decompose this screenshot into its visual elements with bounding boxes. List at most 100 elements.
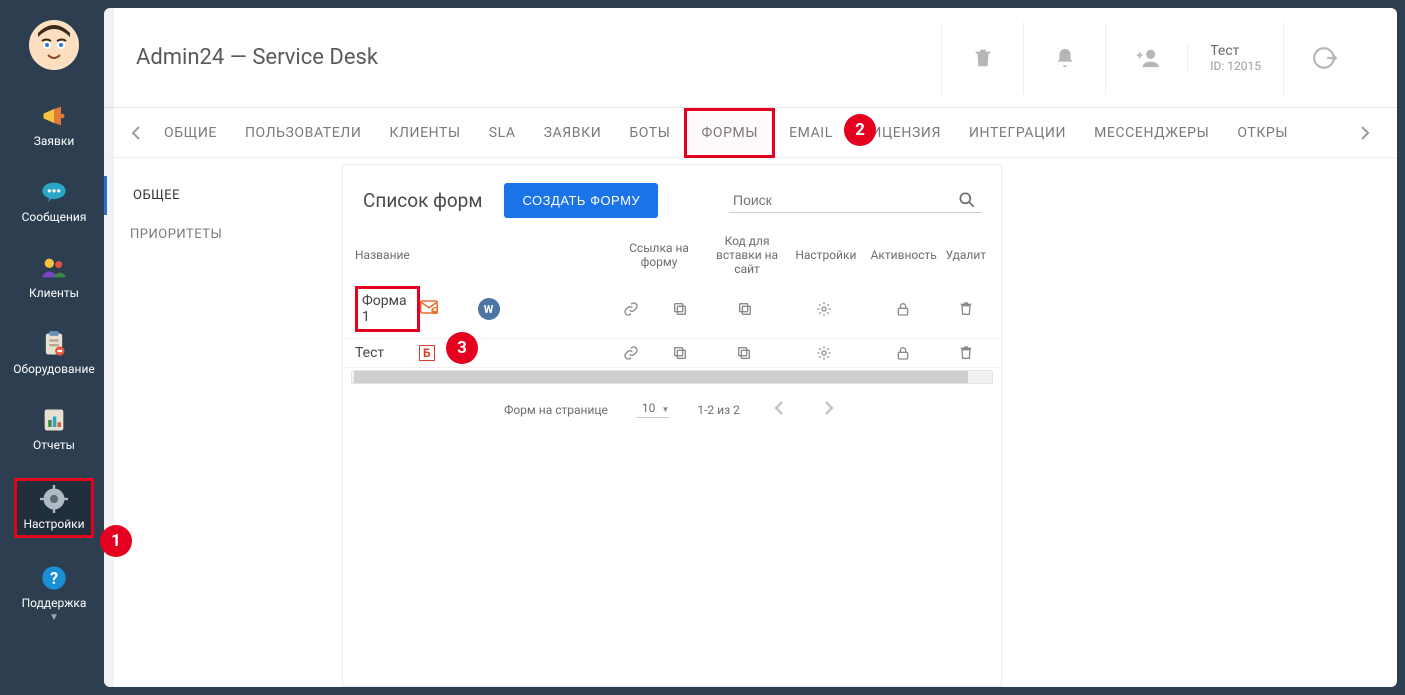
create-form-button[interactable]: СОЗДАТЬ ФОРМУ bbox=[504, 183, 658, 218]
svg-text:?: ? bbox=[50, 569, 58, 588]
header: Admin24 — Service Desk Тест ID: 12015 bbox=[104, 8, 1397, 108]
tab-requests[interactable]: ЗАЯВКИ bbox=[530, 108, 616, 158]
col-link: Ссылка на форму bbox=[611, 241, 707, 269]
table-row: Форма 1 W bbox=[343, 280, 1001, 339]
pagination-range: 1-2 из 2 bbox=[697, 403, 740, 417]
trash-icon bbox=[972, 47, 994, 69]
sidebar-label: Настройки bbox=[23, 517, 84, 531]
per-page-label: Форм на странице bbox=[504, 403, 608, 417]
clipboard-icon bbox=[40, 330, 68, 358]
sidebar-label: Сообщения bbox=[22, 210, 87, 224]
pager-next[interactable] bbox=[818, 400, 840, 419]
app-frame: Заявки Сообщения Клиенты Оборудование От… bbox=[8, 8, 1397, 687]
annotation-1: 1 bbox=[100, 525, 132, 557]
logout-button[interactable] bbox=[1283, 22, 1365, 94]
link-icon[interactable] bbox=[606, 345, 655, 361]
annotation-3: 3 bbox=[446, 332, 478, 364]
mail-icon[interactable] bbox=[420, 300, 438, 318]
b24-icon[interactable]: Б bbox=[419, 345, 435, 361]
chevron-right-icon bbox=[1360, 126, 1370, 140]
pager-prev[interactable] bbox=[768, 400, 790, 419]
user-avatar[interactable] bbox=[29, 20, 79, 70]
scrollbar-thumb[interactable] bbox=[354, 371, 968, 383]
report-icon bbox=[40, 406, 68, 434]
tabs-bar: ОБЩИЕ ПОЛЬЗОВАТЕЛИ КЛИЕНТЫ SLA ЗАЯВКИ БО… bbox=[104, 108, 1397, 158]
col-embed: Код для вставки на сайт bbox=[707, 234, 787, 276]
add-user-button[interactable] bbox=[1105, 22, 1187, 94]
vk-icon[interactable]: W bbox=[478, 298, 500, 320]
bell-icon bbox=[1054, 47, 1076, 69]
chevron-right-icon bbox=[824, 401, 834, 415]
tab-general[interactable]: ОБЩИЕ bbox=[150, 108, 231, 158]
sidebar-label: Клиенты bbox=[29, 286, 79, 300]
sidebar-item-requests[interactable]: Заявки bbox=[14, 98, 94, 152]
table-header: Название Ссылка на форму Код для вставки… bbox=[343, 218, 1001, 280]
tab-integrations[interactable]: ИНТЕГРАЦИИ bbox=[955, 108, 1080, 158]
logout-icon bbox=[1312, 45, 1338, 71]
copy-embed-icon[interactable] bbox=[704, 301, 785, 317]
main-area: 2 3 Admin24 — Service Desk Тест ID: 1201… bbox=[104, 8, 1397, 687]
tab-sla[interactable]: SLA bbox=[475, 108, 530, 158]
sidebar-item-settings[interactable]: Настройки bbox=[14, 478, 94, 538]
delete-row-icon[interactable] bbox=[942, 345, 989, 361]
content: ОБЩЕЕ ПРИОРИТЕТЫ Список форм СОЗДАТЬ ФОР… bbox=[104, 158, 1397, 687]
table-footer: Форм на странице 10 1-2 из 2 bbox=[343, 384, 1001, 435]
copy-link-icon[interactable] bbox=[656, 301, 705, 317]
lock-icon[interactable] bbox=[864, 301, 943, 317]
chevron-left-icon bbox=[131, 126, 141, 140]
sidebar-item-clients[interactable]: Клиенты bbox=[14, 250, 94, 304]
row-settings-icon[interactable] bbox=[785, 301, 864, 317]
form-name[interactable]: Форма 1 bbox=[355, 286, 420, 332]
subnav-priorities[interactable]: ПРИОРИТЕТЫ bbox=[104, 215, 342, 254]
tab-email[interactable]: EMAIL bbox=[775, 108, 847, 158]
sidebar-item-reports[interactable]: Отчеты bbox=[14, 402, 94, 456]
forms-list-title: Список форм bbox=[363, 189, 482, 212]
chat-icon bbox=[40, 178, 68, 206]
tab-forms[interactable]: ФОРМЫ bbox=[684, 108, 775, 158]
tab-clients[interactable]: КЛИЕНТЫ bbox=[375, 108, 474, 158]
sidebar-item-messages[interactable]: Сообщения bbox=[14, 174, 94, 228]
sidebar-item-equipment[interactable]: Оборудование bbox=[14, 326, 94, 380]
row-settings-icon[interactable] bbox=[785, 345, 864, 361]
forms-panel: Список форм СОЗДАТЬ ФОРМУ Название Ссылк… bbox=[342, 164, 1002, 687]
tab-messengers[interactable]: МЕССЕНДЖЕРЫ bbox=[1080, 108, 1223, 158]
form-integrations: W bbox=[420, 298, 607, 320]
horizontal-scrollbar[interactable] bbox=[351, 370, 993, 384]
tabs-prev[interactable] bbox=[122, 126, 150, 140]
subnav: ОБЩЕЕ ПРИОРИТЕТЫ bbox=[104, 158, 342, 687]
form-name[interactable]: Тест bbox=[355, 345, 419, 361]
tab-users[interactable]: ПОЛЬЗОВАТЕЛИ bbox=[231, 108, 375, 158]
page-size-select[interactable]: 10 bbox=[636, 401, 670, 418]
link-icon[interactable] bbox=[607, 301, 656, 317]
sidebar-label: Оборудование bbox=[13, 362, 94, 376]
help-icon: ? bbox=[40, 564, 68, 592]
lock-icon[interactable] bbox=[863, 345, 942, 361]
search-icon[interactable] bbox=[957, 190, 977, 210]
tab-bots[interactable]: БОТЫ bbox=[615, 108, 684, 158]
chevron-down-icon: ▼ bbox=[49, 612, 59, 623]
annotation-2: 2 bbox=[844, 114, 876, 146]
delete-row-icon[interactable] bbox=[942, 301, 989, 317]
copy-embed-icon[interactable] bbox=[704, 345, 785, 361]
tab-open[interactable]: ОТКРЫ bbox=[1223, 108, 1302, 158]
subnav-general[interactable]: ОБЩЕЕ bbox=[104, 176, 342, 215]
tabs-next[interactable] bbox=[1351, 126, 1379, 140]
notifications-button[interactable] bbox=[1023, 22, 1105, 94]
sidebar-item-support[interactable]: ? Поддержка ▼ bbox=[14, 560, 94, 627]
gear-icon bbox=[40, 485, 68, 513]
header-actions: Тест ID: 12015 bbox=[941, 22, 1365, 94]
user-name: Тест bbox=[1210, 43, 1261, 59]
search-wrap bbox=[729, 188, 981, 213]
table-row: Тест Б bbox=[343, 339, 1001, 368]
trash-button[interactable] bbox=[941, 22, 1023, 94]
search-input[interactable] bbox=[733, 192, 957, 208]
sidebar: Заявки Сообщения Клиенты Оборудование От… bbox=[8, 8, 100, 687]
page-title: Admin24 — Service Desk bbox=[136, 45, 941, 70]
user-block[interactable]: Тест ID: 12015 bbox=[1187, 43, 1283, 73]
chevron-left-icon bbox=[774, 401, 784, 415]
people-icon bbox=[40, 254, 68, 282]
col-name: Название bbox=[355, 248, 425, 262]
col-settings: Настройки bbox=[787, 248, 865, 262]
copy-link-icon[interactable] bbox=[655, 345, 704, 361]
user-id: ID: 12015 bbox=[1210, 59, 1261, 73]
